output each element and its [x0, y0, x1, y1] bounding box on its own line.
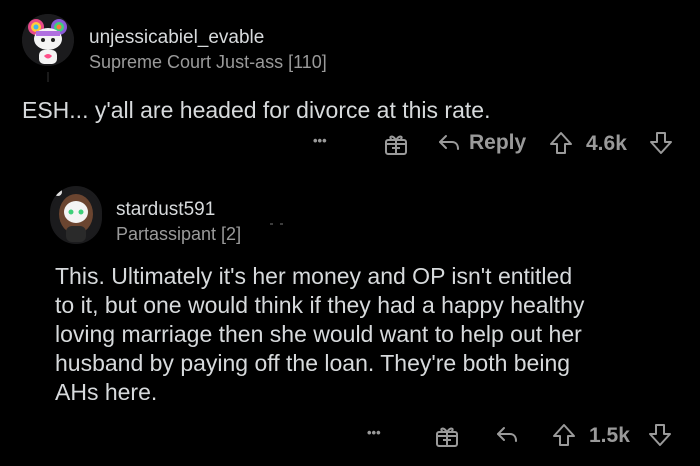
- reply-label: Reply: [469, 131, 527, 154]
- upvote-arrow-icon: [550, 132, 572, 154]
- user-flair: Partassipant [2]: [116, 224, 242, 244]
- comment-line: to it, but one would think if they had a…: [55, 292, 585, 318]
- award-button[interactable]: [434, 423, 460, 449]
- reply-arrow-icon: [497, 427, 517, 442]
- comment-body: This. Ultimately it's her money and OP i…: [55, 262, 584, 407]
- comment-line: AHs here.: [55, 379, 158, 405]
- downvote-arrow-icon: [649, 424, 671, 446]
- user-flair: Supreme Court Just-ass [110]: [89, 52, 327, 72]
- downvote-arrow-icon: [650, 132, 672, 154]
- comment-body: ESH... y'all are headed for divorce at t…: [22, 97, 491, 123]
- comment-line: This. Ultimately it's her money and OP i…: [55, 263, 573, 289]
- upvote-button[interactable]: [551, 422, 577, 448]
- comment-line: husband by paying off the loan. They're …: [55, 350, 571, 376]
- more-options-button[interactable]: •••: [313, 133, 327, 148]
- vote-score: 1.5k: [589, 424, 630, 447]
- reply-button[interactable]: Reply: [436, 130, 526, 156]
- avatar-image: [50, 188, 102, 242]
- reply-button[interactable]: [494, 422, 520, 448]
- downvote-button[interactable]: [648, 130, 674, 156]
- comment-author[interactable]: unjessicabiel_evable: [89, 27, 264, 49]
- more-options-button[interactable]: •••: [367, 425, 381, 440]
- upvote-arrow-icon: [553, 424, 575, 446]
- gift-icon: [385, 135, 407, 155]
- comment-line: loving marriage then she would want to h…: [55, 321, 582, 347]
- award-button[interactable]: [383, 131, 409, 157]
- upvote-button[interactable]: [548, 130, 574, 156]
- avatar[interactable]: [50, 186, 102, 244]
- gift-icon: [436, 427, 458, 447]
- separator: [270, 212, 284, 225]
- downvote-button[interactable]: [647, 422, 673, 448]
- thread-line[interactable]: [47, 72, 49, 82]
- avatar-image: [22, 14, 74, 66]
- comment-author[interactable]: stardust591: [116, 199, 215, 221]
- avatar[interactable]: [22, 14, 74, 66]
- reply-arrow-icon: [439, 135, 459, 150]
- vote-score: 4.6k: [586, 132, 627, 155]
- dash-mark: [270, 223, 283, 225]
